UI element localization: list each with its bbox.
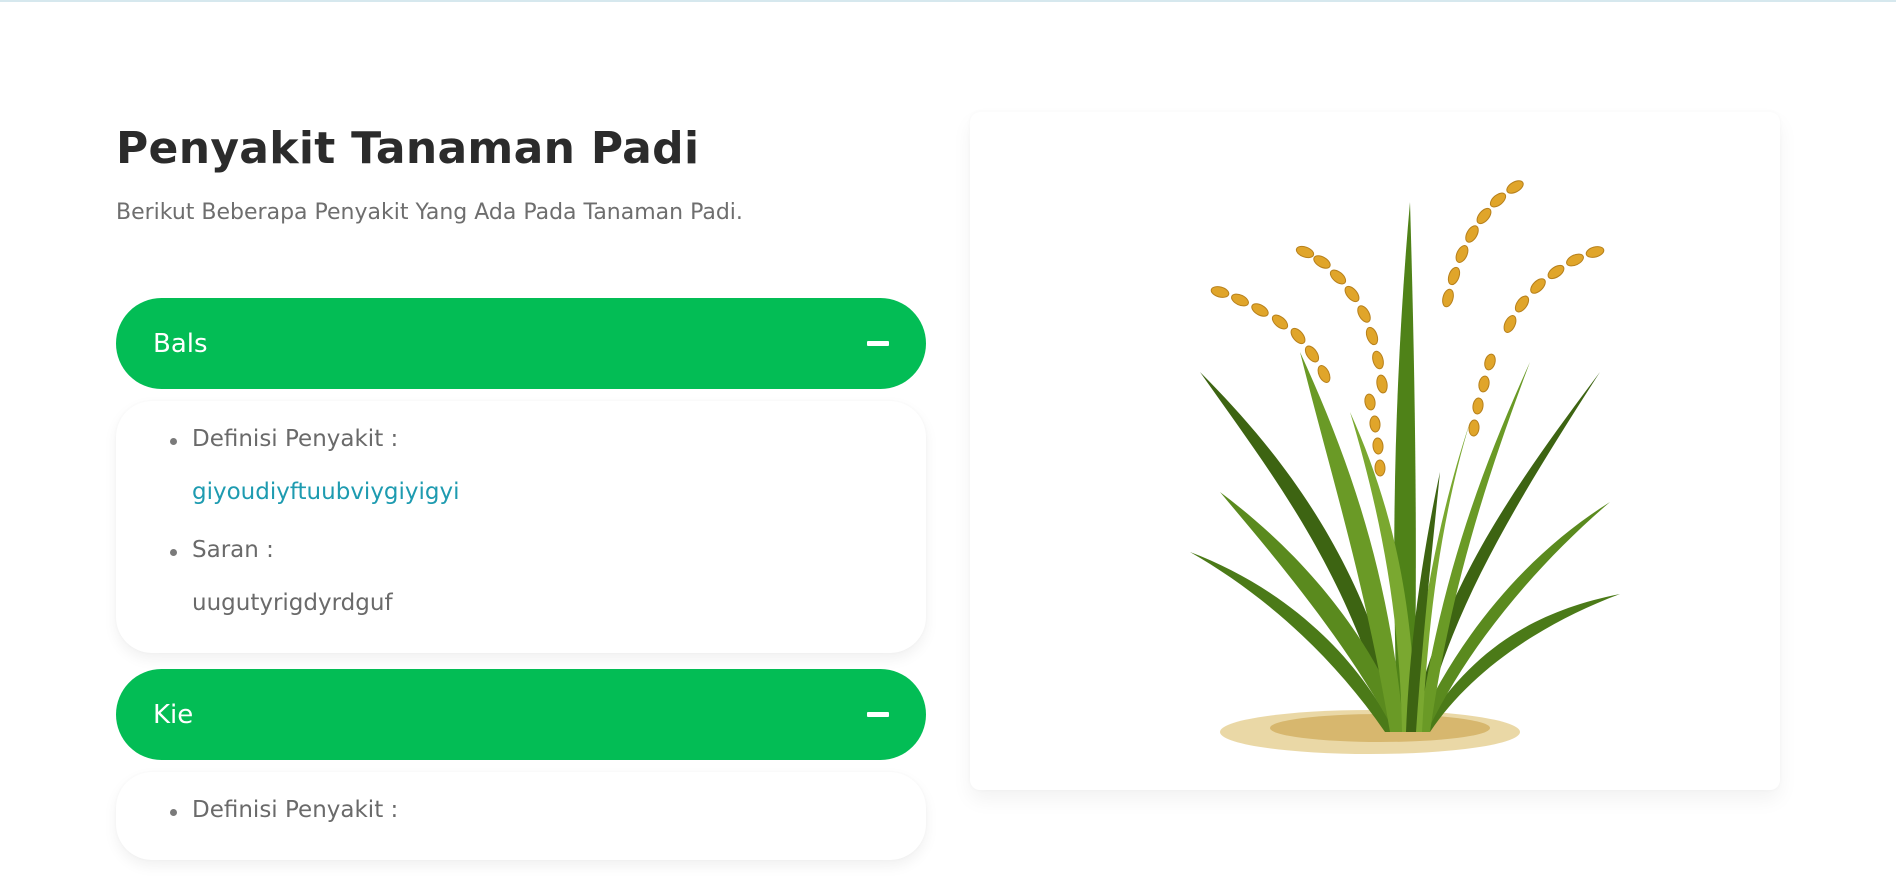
page-subtitle: Berikut Beberapa Penyakit Yang Ada Pada … — [116, 200, 743, 225]
disease-detail-list: Definisi Penyakit : — [152, 790, 890, 830]
collapse-minus-icon[interactable] — [867, 341, 889, 346]
definition-value[interactable]: giyoudiyftuubviygiyigyi — [192, 472, 890, 512]
top-divider — [0, 0, 1896, 2]
definition-label: Definisi Penyakit : — [192, 797, 399, 823]
bullet-icon — [170, 438, 177, 445]
accordion-title: Kie — [153, 699, 194, 730]
accordion-body: Definisi Penyakit : — [116, 772, 926, 860]
advice-label: Saran : — [192, 537, 274, 563]
definition-label: Definisi Penyakit : — [192, 426, 399, 452]
accordion-title: Bals — [153, 328, 208, 359]
rice-plant-image-card — [970, 112, 1780, 790]
disease-detail-list: Definisi Penyakit : giyoudiyftuubviygiyi… — [152, 419, 890, 623]
disease-section: Penyakit Tanaman Padi Berikut Beberapa P… — [116, 120, 926, 860]
list-item: Definisi Penyakit : — [152, 790, 890, 830]
list-item: Saran : uugutyrigdyrdguf — [152, 530, 890, 623]
collapse-minus-icon[interactable] — [867, 712, 889, 717]
rice-plant-illustration-icon — [1190, 180, 1620, 754]
list-item: Definisi Penyakit : giyoudiyftuubviygiyi… — [152, 419, 890, 512]
disease-accordion: Bals Definisi Penyakit : giyoudiyftuubvi… — [116, 298, 926, 860]
advice-value: uugutyrigdyrdguf — [192, 590, 393, 616]
bullet-icon — [170, 549, 177, 556]
accordion-header-bals[interactable]: Bals — [116, 298, 926, 389]
accordion-body: Definisi Penyakit : giyoudiyftuubviygiyi… — [116, 401, 926, 653]
bullet-icon — [170, 809, 177, 816]
accordion-item: Bals Definisi Penyakit : giyoudiyftuubvi… — [116, 298, 926, 653]
accordion-item: Kie Definisi Penyakit : — [116, 669, 926, 860]
page-title: Penyakit Tanaman Padi — [116, 123, 700, 174]
accordion-header-kie[interactable]: Kie — [116, 669, 926, 760]
